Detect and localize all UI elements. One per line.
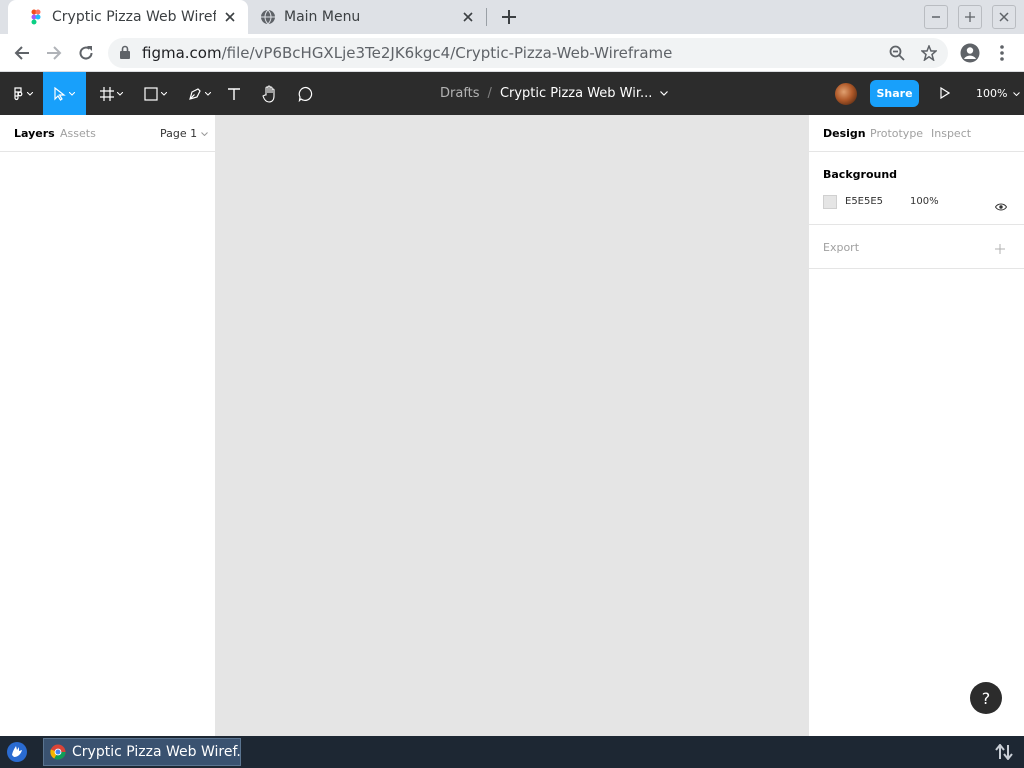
url-path: /file/vP6BcHGXLje3Te2JK6kgc4/Cryptic-Piz…	[221, 44, 673, 62]
chevron-down-icon	[26, 91, 33, 96]
zoom-level: 100%	[976, 87, 1008, 100]
text-tool[interactable]	[224, 72, 244, 115]
tab-inspect[interactable]: Inspect	[931, 127, 971, 140]
os-taskbar: Cryptic Pizza Web Wiref...	[0, 736, 1024, 768]
tab-design[interactable]: Design	[823, 127, 866, 140]
tab-prototype[interactable]: Prototype	[870, 127, 923, 140]
reload-icon[interactable]	[74, 41, 98, 65]
breadcrumb-folder[interactable]: Drafts	[440, 86, 480, 101]
url-domain: figma.com	[142, 44, 222, 62]
chevron-down-icon	[204, 91, 211, 96]
profile-icon[interactable]	[958, 41, 982, 65]
avatar[interactable]	[834, 82, 858, 106]
comment-bubble-icon	[298, 86, 313, 102]
new-tab-icon[interactable]	[498, 6, 520, 28]
page-name: Page 1	[160, 127, 198, 140]
figma-main-menu[interactable]	[6, 72, 38, 115]
browser-tab-inactive[interactable]: Main Menu	[250, 0, 486, 34]
menu-kebab-icon[interactable]	[992, 41, 1012, 65]
background-opacity[interactable]: 100%	[910, 196, 939, 207]
bookmark-star-icon[interactable]	[920, 44, 938, 62]
lock-icon	[120, 45, 130, 59]
page-selector[interactable]: Page 1	[160, 127, 208, 140]
taskbar-window-title: Cryptic Pizza Web Wiref...	[72, 744, 240, 760]
background-title: Background	[823, 168, 898, 181]
tab-divider	[486, 8, 487, 26]
tab-assets[interactable]: Assets	[60, 127, 96, 140]
chevron-down-icon	[69, 91, 75, 96]
chrome-icon	[50, 744, 66, 760]
hand-tool[interactable]	[258, 72, 282, 115]
taskbar-window-item[interactable]: Cryptic Pizza Web Wiref...	[43, 738, 241, 766]
back-arrow-icon[interactable]	[10, 41, 34, 65]
chevron-down-icon[interactable]	[660, 91, 669, 96]
close-icon[interactable]	[222, 9, 238, 25]
address-bar[interactable]: figma.com/file/vP6BcHGXLje3Te2JK6kgc4/Cr…	[108, 38, 948, 68]
zoom-magnifier-icon[interactable]	[888, 44, 906, 62]
design-canvas[interactable]	[216, 115, 808, 736]
pen-tool[interactable]	[182, 72, 216, 115]
frame-tool[interactable]	[94, 72, 128, 115]
breadcrumb-separator: /	[487, 86, 492, 101]
properties-panel: Design Prototype Inspect Background E5E5…	[808, 115, 1024, 736]
cursor-arrow-icon	[54, 86, 66, 101]
background-color-swatch[interactable]	[823, 195, 837, 209]
network-arrows-icon[interactable]	[994, 743, 1014, 761]
rectangle-icon	[143, 86, 158, 101]
url-text: figma.com/file/vP6BcHGXLje3Te2JK6kgc4/Cr…	[142, 44, 672, 62]
eye-icon[interactable]	[994, 196, 1008, 215]
figma-icon	[31, 9, 41, 25]
zoom-menu[interactable]: 100%	[976, 80, 1021, 107]
export-title: Export	[823, 241, 860, 254]
layers-panel: Layers Assets Page 1	[0, 115, 216, 736]
help-button[interactable]: ?	[970, 682, 1002, 714]
shape-tool[interactable]	[138, 72, 172, 115]
file-name[interactable]: Cryptic Pizza Web Wir...	[500, 86, 652, 101]
text-t-icon	[228, 87, 240, 100]
window-close-icon[interactable]	[992, 5, 1016, 29]
frame-hash-icon	[99, 86, 114, 101]
forward-arrow-icon[interactable]	[42, 41, 66, 65]
move-tool[interactable]	[43, 72, 86, 115]
tab-layers[interactable]: Layers	[14, 127, 55, 140]
add-export-icon[interactable]	[995, 239, 1005, 258]
comment-tool[interactable]	[295, 72, 317, 115]
pen-nib-icon	[188, 87, 201, 100]
tab-title: Main Menu	[284, 9, 361, 25]
chevron-down-icon	[116, 91, 123, 96]
share-button[interactable]: Share	[870, 80, 919, 107]
browser-toolbar: figma.com/file/vP6BcHGXLje3Te2JK6kgc4/Cr…	[0, 34, 1024, 72]
tab-title: Cryptic Pizza Web Wireframe	[52, 9, 216, 25]
right-panel-tabs: Design Prototype Inspect	[809, 115, 1024, 152]
background-hex[interactable]: E5E5E5	[845, 196, 883, 207]
chevron-down-icon	[1013, 91, 1021, 96]
export-section: Export	[809, 225, 1024, 269]
browser-tab-strip: Cryptic Pizza Web Wireframe Main Menu	[0, 0, 1024, 34]
close-icon[interactable]	[460, 9, 476, 25]
present-play-icon[interactable]	[936, 84, 954, 102]
figma-logo-icon	[13, 86, 22, 100]
chevron-down-icon	[201, 131, 208, 136]
minimize-icon[interactable]	[924, 5, 948, 29]
left-panel-tabs: Layers Assets Page 1	[0, 115, 215, 152]
globe-icon	[261, 9, 275, 25]
hand-icon	[262, 84, 275, 103]
chevron-down-icon	[160, 91, 167, 96]
browser-tab-active[interactable]: Cryptic Pizza Web Wireframe	[8, 0, 248, 34]
start-menu-icon[interactable]	[4, 740, 30, 764]
file-breadcrumb: Drafts / Cryptic Pizza Web Wir...	[440, 72, 669, 115]
background-section: Background E5E5E5 100%	[809, 152, 1024, 225]
maximize-icon[interactable]	[958, 5, 982, 29]
